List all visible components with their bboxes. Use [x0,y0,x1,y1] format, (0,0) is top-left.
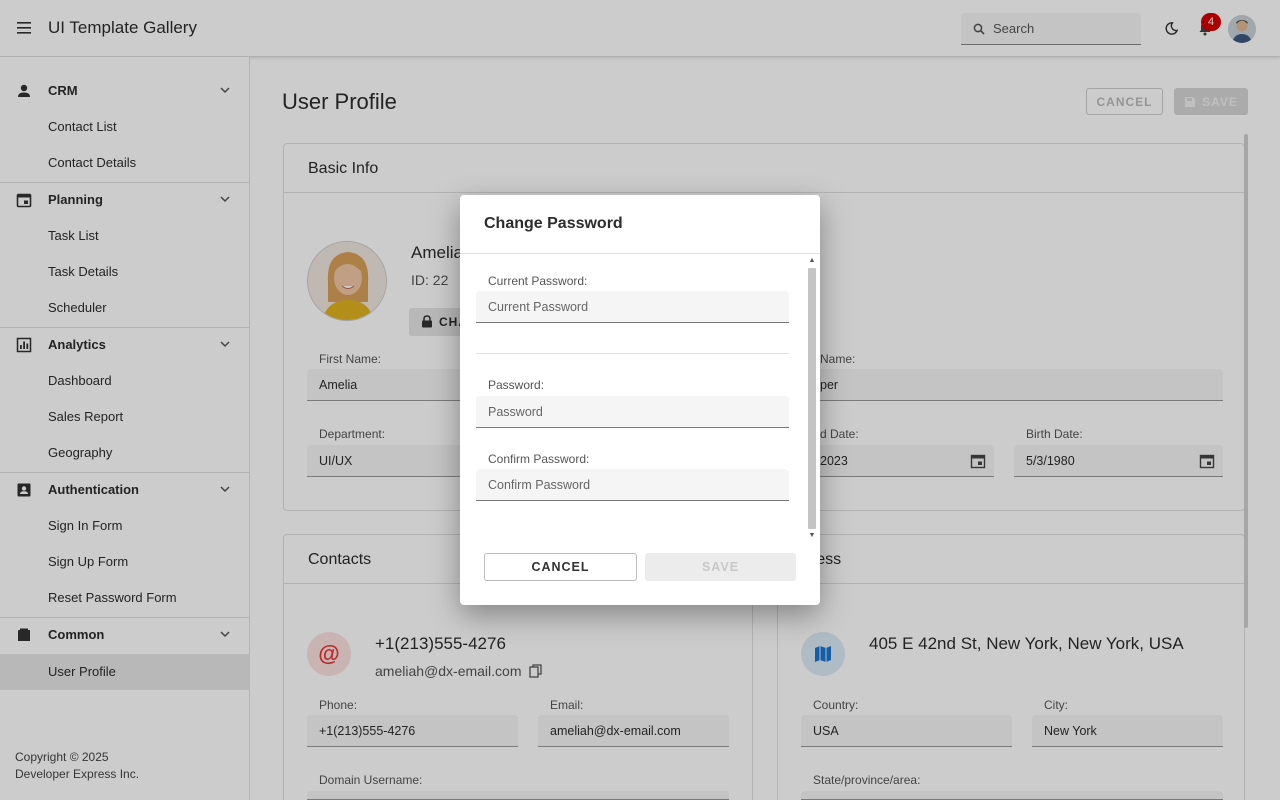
change-password-dialog: Change Password Current Password: Curren… [460,195,820,605]
current-password-field[interactable]: Current Password [476,291,789,323]
divider [460,253,820,254]
scroll-up-icon[interactable]: ▲ [808,257,816,265]
divider [476,353,789,354]
password-label: Password: [488,378,545,392]
dialog-scrollbar[interactable]: ▲ ▼ [806,254,818,544]
dialog-save-button[interactable]: SAVE [645,553,796,581]
dialog-cancel-button[interactable]: CANCEL [484,553,637,581]
scroll-thumb[interactable] [808,268,816,529]
scroll-down-icon[interactable]: ▼ [808,532,816,540]
confirm-password-label: Confirm Password: [488,452,590,466]
dialog-title: Change Password [484,215,623,232]
password-field[interactable]: Password [476,396,789,428]
confirm-password-field[interactable]: Confirm Password [476,469,789,501]
current-password-label: Current Password: [488,274,588,288]
